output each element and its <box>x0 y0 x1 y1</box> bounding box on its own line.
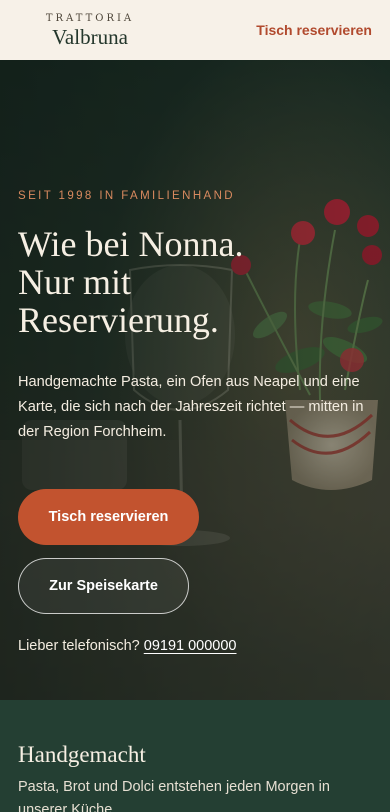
headline-line: Reservierung. <box>18 300 219 340</box>
header-reserve-link[interactable]: Tisch reservieren <box>256 22 372 38</box>
brand-logo[interactable]: TRATTORIA Valbruna <box>0 11 180 50</box>
site-header: TRATTORIA Valbruna Tisch reservieren <box>0 0 390 60</box>
feature-section: Handgemacht Pasta, Brot und Dolci entste… <box>0 700 390 812</box>
brand-subtitle: TRATTORIA <box>45 12 135 24</box>
brand-name: Valbruna <box>52 24 128 49</box>
phone-line: Lieber telefonisch? 09191 000000 <box>18 638 237 654</box>
phone-prefix: Lieber telefonisch? <box>18 638 144 654</box>
reserve-table-button[interactable]: Tisch reservieren <box>18 489 199 545</box>
hero-eyebrow: SEIT 1998 IN FAMILIENHAND <box>18 190 236 202</box>
hero-lead-text: Handgemachte Pasta, ein Ofen aus Neapel … <box>18 374 364 440</box>
menu-button[interactable]: Zur Speisekarte <box>18 558 189 614</box>
headline-line: Wie bei Nonna. <box>18 224 244 264</box>
phone-link[interactable]: 09191 000000 <box>144 638 237 654</box>
hero-section: SEIT 1998 IN FAMILIENHAND Wie bei Nonna.… <box>0 60 390 700</box>
feature-text: Pasta, Brot und Dolci entstehen jeden Mo… <box>18 779 330 812</box>
feature-title: Handgemacht <box>18 742 146 767</box>
hero-headline: Wie bei Nonna. Nur mit Reservierung. <box>18 225 318 339</box>
headline-line: Nur mit <box>18 262 131 302</box>
